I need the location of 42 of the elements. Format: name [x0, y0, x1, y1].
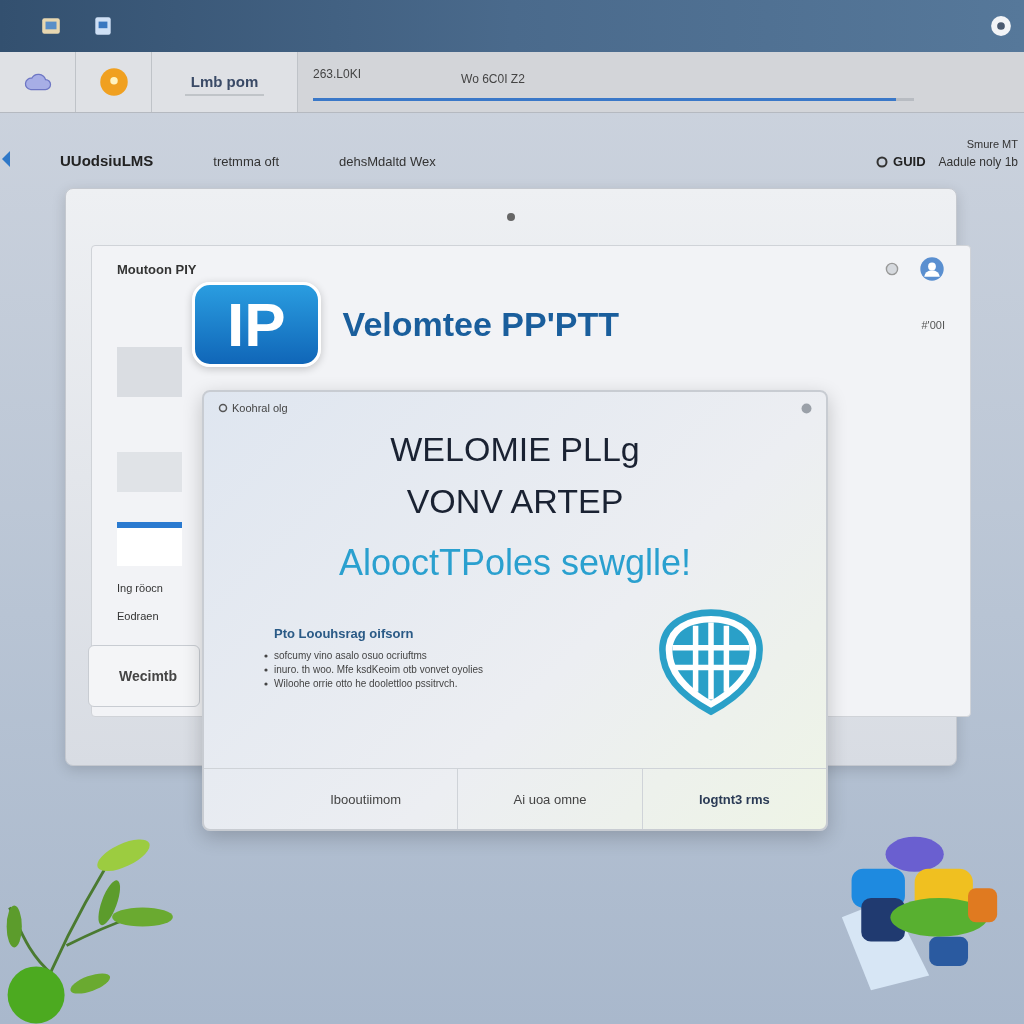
option-label[interactable]: GUID: [893, 154, 926, 169]
circle-icon[interactable]: [885, 262, 899, 276]
headline: WELOMIE PLLg: [390, 432, 640, 466]
tagline: AlooctTPoles sewglle!: [338, 542, 692, 584]
logo-badge: IP: [192, 282, 321, 367]
bullet-item: Wiloohe orrie otto he doolettloo pssitrvch.: [274, 678, 458, 689]
document-icon[interactable]: [92, 15, 114, 37]
dialog-button[interactable]: logtnt3 rms: [642, 769, 826, 829]
side-text: Ing röocn: [117, 582, 164, 594]
input-field[interactable]: [117, 522, 182, 566]
bullet-item: inuro. th woo. Mfe ksdKeoim otb vonvet oyolies: [274, 664, 483, 675]
window-heading: Velomtee PP'PTT: [342, 305, 619, 344]
bullet-icon: [264, 667, 268, 672]
header-label: UUodsiuLMS: [60, 152, 154, 169]
globe-shield-icon: [656, 606, 766, 716]
dialog-button[interactable]: Ai uoa omne: [458, 769, 643, 829]
header-label: tretmma oft: [213, 154, 280, 169]
dialog-title: Koohral olg: [232, 402, 288, 414]
toolbar-button[interactable]: Lmb pom: [184, 68, 265, 96]
status-label: 263.L0KI: [313, 67, 362, 81]
panel-title: Moutoon PIY: [117, 261, 197, 277]
arrow-icon[interactable]: [0, 149, 10, 169]
circle-icon: [218, 403, 228, 413]
headline: VONV ARTEP: [406, 484, 624, 518]
close-icon[interactable]: [801, 402, 812, 414]
dialog-button[interactable]: Ibooutiimom: [274, 769, 459, 829]
bullet-item: sofcumy vino asalo osuo ocriuftms: [274, 650, 427, 661]
bullet-icon: [264, 681, 268, 686]
corner-text: #'00I: [921, 318, 945, 331]
bullet-icon: [264, 653, 268, 658]
status-text: Wo 6C0I Z2: [461, 72, 525, 86]
corner-text: Smure MT: [966, 138, 1018, 150]
disc-icon[interactable]: [98, 67, 129, 97]
header-label: dehsMdaltd Wex: [339, 154, 436, 169]
section-title: Pto Loouhsrag oifsorn: [274, 626, 415, 641]
avatar-icon[interactable]: [919, 256, 945, 282]
placeholder-block: [117, 347, 182, 397]
option-note: Aadule noly 1b: [938, 154, 1018, 169]
dot-icon: [506, 212, 516, 222]
radio-icon[interactable]: [876, 155, 889, 168]
window-button[interactable]: Wecimtb: [88, 645, 200, 707]
side-text: Eodraen: [117, 610, 160, 622]
